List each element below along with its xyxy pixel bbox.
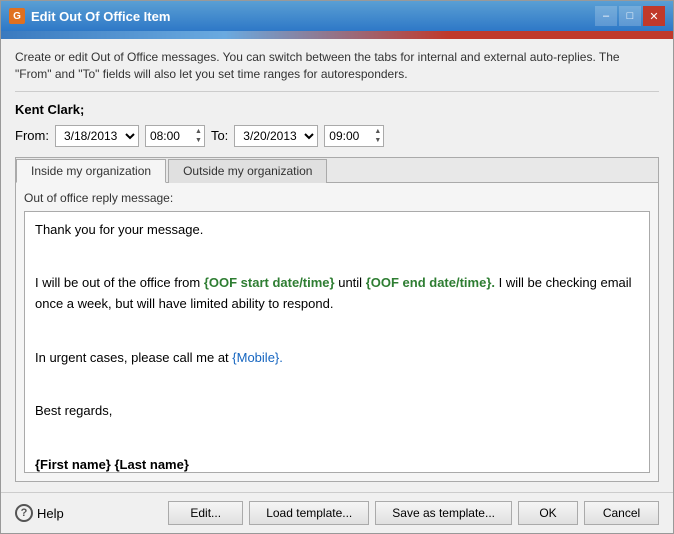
tab-outside-organization[interactable]: Outside my organization [168,159,327,183]
tabs-container: Inside my organization Outside my organi… [15,157,659,482]
from-time-input[interactable] [150,129,192,143]
message-area[interactable]: Thank you for your message. I will be ou… [24,211,650,473]
to-time-down-arrow[interactable]: ▼ [374,136,381,145]
main-window: G Edit Out Of Office Item – □ ✕ Create o… [0,0,674,534]
maximize-button[interactable]: □ [619,6,641,26]
message-line-8 [35,428,639,449]
message-line-4 [35,321,639,342]
from-date-select[interactable]: 3/18/2013 [55,125,139,147]
message-line-6 [35,374,639,395]
reply-label: Out of office reply message: [24,191,650,205]
footer: ? Help Edit... Load template... Save as … [1,492,673,533]
close-button[interactable]: ✕ [643,6,665,26]
from-time-spinner[interactable]: ▲ ▼ [145,125,205,147]
main-content: Create or edit Out of Office messages. Y… [1,39,673,492]
cancel-button[interactable]: Cancel [584,501,659,525]
message-line-3: I will be out of the office from {OOF st… [35,273,639,315]
to-date-select[interactable]: 3/20/2013 [234,125,318,147]
from-time-arrows: ▲ ▼ [195,127,202,145]
message-line-5: In urgent cases, please call me at {Mobi… [35,348,639,369]
to-time-arrows: ▲ ▼ [374,127,381,145]
tab-content-inside: Out of office reply message: Thank you f… [16,182,658,481]
from-time-down-arrow[interactable]: ▼ [195,136,202,145]
oof-start-token: {OOF start date/time} [204,275,335,290]
message-line-1: Thank you for your message. [35,220,639,241]
help-icon[interactable]: ? [15,504,33,522]
header-decoration [1,31,673,39]
to-time-up-arrow[interactable]: ▲ [374,127,381,136]
from-label: From: [15,128,49,143]
from-time-up-arrow[interactable]: ▲ [195,127,202,136]
title-bar: G Edit Out Of Office Item – □ ✕ [1,1,673,31]
footer-buttons: Edit... Load template... Save as templat… [168,501,659,525]
help-label: Help [37,506,64,521]
oof-end-token: {OOF end date/time}. [366,275,495,290]
description-text: Create or edit Out of Office messages. Y… [15,49,659,92]
mobile-token: {Mobile}. [232,350,283,365]
load-template-button[interactable]: Load template... [249,501,369,525]
tab-inside-organization[interactable]: Inside my organization [16,159,166,183]
date-time-row: From: 3/18/2013 ▲ ▼ To: 3/20/2013 ▲ ▼ [15,125,659,147]
save-as-template-button[interactable]: Save as template... [375,501,512,525]
ok-button[interactable]: OK [518,501,578,525]
message-line-7: Best regards, [35,401,639,422]
window-title: Edit Out Of Office Item [31,9,170,24]
message-line-9: {First name} {Last name} [35,455,639,473]
to-time-spinner[interactable]: ▲ ▼ [324,125,384,147]
to-time-input[interactable] [329,129,371,143]
minimize-button[interactable]: – [595,6,617,26]
to-label: To: [211,128,228,143]
edit-button[interactable]: Edit... [168,501,243,525]
window-controls: – □ ✕ [595,6,665,26]
message-line-2 [35,246,639,267]
user-label: Kent Clark; [15,102,659,117]
app-icon: G [9,8,25,24]
footer-left: ? Help [15,504,64,522]
tab-bar: Inside my organization Outside my organi… [16,158,658,182]
title-bar-left: G Edit Out Of Office Item [9,8,170,24]
